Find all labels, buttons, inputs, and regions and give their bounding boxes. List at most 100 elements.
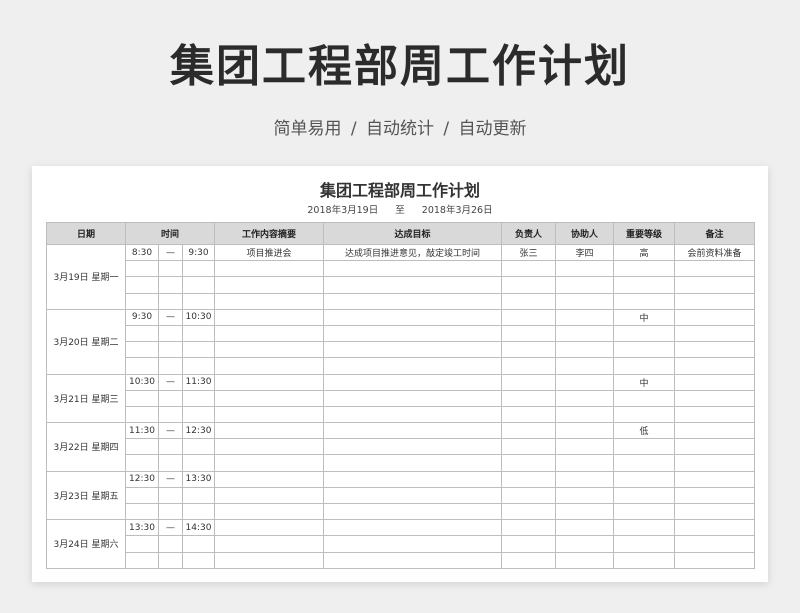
note-cell[interactable] <box>674 276 756 294</box>
level-cell[interactable] <box>613 486 676 505</box>
assistant-cell[interactable] <box>555 308 615 326</box>
start-time[interactable]: 9:30 <box>125 308 159 326</box>
end-time[interactable] <box>181 341 216 359</box>
summary-cell[interactable] <box>214 405 325 424</box>
summary-cell[interactable] <box>214 502 325 521</box>
assistant-cell[interactable] <box>555 260 615 278</box>
level-cell[interactable] <box>613 324 676 343</box>
level-cell[interactable] <box>613 454 676 472</box>
note-cell[interactable] <box>674 357 756 375</box>
assistant-cell[interactable] <box>555 324 615 343</box>
owner-cell[interactable] <box>501 324 557 343</box>
note-cell[interactable] <box>674 324 756 343</box>
owner-cell[interactable] <box>501 308 557 326</box>
goal-cell[interactable] <box>323 502 503 521</box>
note-cell[interactable] <box>674 422 756 440</box>
level-cell[interactable] <box>613 502 676 521</box>
summary-cell[interactable] <box>214 454 325 472</box>
level-cell[interactable] <box>613 357 676 375</box>
time-dash[interactable] <box>158 502 183 521</box>
level-cell[interactable] <box>613 260 676 278</box>
start-time[interactable]: 10:30 <box>125 373 159 391</box>
start-time[interactable]: 13:30 <box>125 519 159 537</box>
summary-cell[interactable] <box>214 486 325 505</box>
owner-cell[interactable] <box>501 470 557 488</box>
level-cell[interactable]: 低 <box>613 422 676 440</box>
goal-cell[interactable] <box>323 389 503 407</box>
level-cell[interactable] <box>613 292 676 310</box>
owner-cell[interactable] <box>501 519 557 537</box>
owner-cell[interactable] <box>501 341 557 359</box>
date-cell[interactable]: 3月19日 星期一 <box>46 244 126 310</box>
time-dash[interactable] <box>158 260 183 278</box>
goal-cell[interactable] <box>323 438 503 456</box>
end-time[interactable] <box>181 276 216 294</box>
note-cell[interactable] <box>674 341 756 359</box>
goal-cell[interactable] <box>323 486 503 505</box>
end-time[interactable] <box>181 535 216 553</box>
time-dash[interactable]: — <box>158 422 183 440</box>
col-header-summary[interactable]: 工作内容摘要 <box>214 222 325 245</box>
assistant-cell[interactable] <box>555 486 615 505</box>
assistant-cell[interactable] <box>555 292 615 310</box>
assistant-cell[interactable] <box>555 373 615 391</box>
note-cell[interactable] <box>674 470 756 488</box>
note-cell[interactable]: 会前资料准备 <box>674 243 756 262</box>
date-cell[interactable]: 3月20日 星期二 <box>46 308 126 375</box>
owner-cell[interactable] <box>501 438 557 456</box>
time-dash[interactable]: — <box>158 243 183 262</box>
start-time[interactable]: 12:30 <box>125 470 159 488</box>
note-cell[interactable] <box>674 389 756 407</box>
end-time[interactable]: 9:30 <box>181 243 216 262</box>
start-time[interactable] <box>125 260 159 278</box>
owner-cell[interactable] <box>501 276 557 294</box>
owner-cell[interactable] <box>501 373 557 391</box>
start-time[interactable] <box>125 454 159 472</box>
assistant-cell[interactable] <box>555 389 615 407</box>
date-cell[interactable]: 3月24日 星期六 <box>46 519 126 569</box>
owner-cell[interactable] <box>501 502 557 521</box>
time-dash[interactable] <box>158 535 183 553</box>
owner-cell[interactable] <box>501 535 557 553</box>
end-time[interactable]: 13:30 <box>181 470 216 488</box>
start-time[interactable]: 11:30 <box>125 422 159 440</box>
note-cell[interactable] <box>674 405 756 424</box>
owner-cell[interactable] <box>501 292 557 310</box>
note-cell[interactable] <box>674 486 756 505</box>
level-cell[interactable] <box>613 470 676 488</box>
goal-cell[interactable] <box>323 373 503 391</box>
summary-cell[interactable] <box>214 519 325 537</box>
owner-cell[interactable]: 张三 <box>501 243 557 262</box>
assistant-cell[interactable] <box>555 276 615 294</box>
goal-cell[interactable] <box>323 551 503 569</box>
level-cell[interactable]: 高 <box>613 243 676 262</box>
assistant-cell[interactable] <box>555 422 615 440</box>
level-cell[interactable]: 中 <box>613 308 676 326</box>
note-cell[interactable] <box>674 373 756 391</box>
summary-cell[interactable] <box>214 276 325 294</box>
owner-cell[interactable] <box>501 454 557 472</box>
end-time[interactable] <box>181 486 216 505</box>
summary-cell[interactable] <box>214 260 325 278</box>
time-dash[interactable] <box>158 276 183 294</box>
goal-cell[interactable] <box>323 405 503 424</box>
goal-cell[interactable] <box>323 276 503 294</box>
summary-cell[interactable] <box>214 341 325 359</box>
goal-cell[interactable] <box>323 308 503 326</box>
time-dash[interactable]: — <box>158 373 183 391</box>
assistant-cell[interactable] <box>555 519 615 537</box>
summary-cell[interactable] <box>214 292 325 310</box>
col-header-owner[interactable]: 负责人 <box>501 222 557 245</box>
note-cell[interactable] <box>674 260 756 278</box>
date-cell[interactable]: 3月21日 星期三 <box>46 373 126 424</box>
end-time[interactable]: 11:30 <box>181 373 216 391</box>
start-time[interactable] <box>125 292 159 310</box>
summary-cell[interactable] <box>214 535 325 553</box>
start-time[interactable] <box>125 438 159 456</box>
time-dash[interactable] <box>158 551 183 569</box>
time-dash[interactable] <box>158 405 183 424</box>
date-cell[interactable]: 3月22日 星期四 <box>46 422 126 472</box>
note-cell[interactable] <box>674 535 756 553</box>
level-cell[interactable] <box>613 519 676 537</box>
time-dash[interactable] <box>158 438 183 456</box>
